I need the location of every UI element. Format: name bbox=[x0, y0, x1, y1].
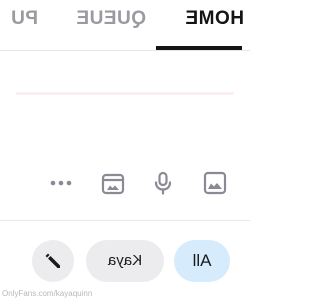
divider bbox=[0, 220, 250, 221]
compose-area[interactable] bbox=[10, 70, 240, 110]
watermark: OnlyFans.com/kayaquinn bbox=[2, 289, 93, 298]
edit-filters-button[interactable] bbox=[32, 240, 74, 282]
mic-icon[interactable] bbox=[150, 170, 176, 196]
filter-chip-kaya[interactable]: Kaya bbox=[86, 240, 164, 282]
tab-home[interactable]: HOME bbox=[185, 4, 244, 34]
pencil-icon bbox=[43, 251, 63, 271]
gallery-icon[interactable] bbox=[100, 170, 126, 196]
mirrored-ui: HOME QUEUE PU All Kaya bbox=[0, 0, 250, 300]
image-icon[interactable] bbox=[202, 170, 228, 196]
filter-chip-all[interactable]: All bbox=[174, 240, 230, 282]
tab-queue[interactable]: QUEUE bbox=[76, 4, 146, 34]
filter-chip-kaya-label: Kaya bbox=[107, 252, 143, 269]
tab-third[interactable]: PU bbox=[11, 4, 38, 34]
more-icon[interactable] bbox=[48, 170, 74, 196]
filter-chip-all-label: All bbox=[192, 251, 212, 270]
tab-bar: HOME QUEUE PU bbox=[0, 0, 250, 51]
app-screen: HOME QUEUE PU All Kaya OnlyFans.com/kaya… bbox=[0, 0, 250, 300]
compose-line bbox=[16, 92, 234, 95]
active-tab-indicator bbox=[156, 46, 242, 50]
